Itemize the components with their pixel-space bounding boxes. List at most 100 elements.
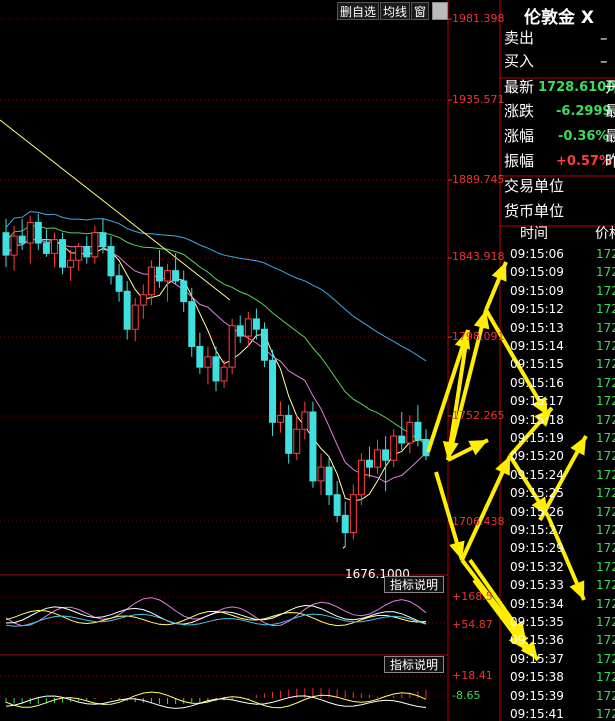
candle-body [269,359,277,423]
candle-body [196,345,204,368]
tick-time: 09:15:39 [510,688,564,703]
tick-time: 09:15:12 [510,302,564,317]
tick-price: 1728.3 [596,559,615,574]
price-label: 1706.438 [452,515,505,528]
tick-row: 09:15:24 1728.3 [510,468,615,482]
candle-body [139,294,147,306]
tick-row: 09:15:09 1728.5 [510,265,615,279]
indicator-panels [5,597,427,709]
candle-body [285,414,293,454]
candle-body [99,232,107,247]
candle-body [26,221,34,244]
candle-body [252,318,260,330]
indicator-help-button[interactable]: 指标说明 [384,576,444,593]
tick-price: 1728.3 [596,357,615,372]
candle-body [204,356,212,368]
tick-time: 09:15:32 [510,559,564,574]
tick-row: 09:15:35 1728.2 [510,615,615,629]
tick-price: 1728.5 [596,523,615,537]
candle-body [374,449,382,468]
pct-suffix: 最 [605,127,615,145]
candle-body [59,239,67,268]
candle-body [301,411,309,430]
tick-row: 09:15:39 1728.5 [510,689,615,703]
tick-time: 09:15:36 [510,633,564,648]
tick-time: 09:15:14 [510,339,564,353]
candle-body [172,270,180,282]
tick-price: 1727.7 [596,339,615,353]
change-label: 涨跌 [504,102,535,120]
ind2-lower-value: -8.65 [452,689,481,702]
pct-label: 涨幅 [504,127,535,145]
price-label: 1752.265 [452,409,505,422]
candle-body [67,259,75,268]
tick-time: 09:15:26 [510,504,564,519]
candle-body [277,414,285,423]
price-label: 1843.918 [452,250,505,263]
tick-row: 09:15:18 1728.2 [510,413,615,427]
sell-label: 卖出 [504,29,535,47]
candle-body [333,494,341,516]
price-label: 1935.571 [452,93,505,106]
candle-body [18,235,26,244]
tick-time: 09:15:25 [510,486,564,501]
tick-row: 09:15:15 1728.3 [510,357,615,371]
tick-price: 1728.5 [596,707,615,721]
candle-body [42,242,50,254]
candle-body [341,514,349,534]
moving-averages [0,119,427,502]
tick-price: 1728.5 [596,670,615,685]
price-label: 1798.091 [452,330,505,343]
tick-time: 09:15:27 [510,523,564,537]
tick-time: 09:15:34 [510,596,564,611]
price-label: 1981.398 [452,12,505,25]
buy-value: – [600,52,608,70]
tick-time: 09:15:20 [510,449,564,464]
tick-row: 09:15:32 1728.3 [510,560,615,574]
candle-body [414,421,422,441]
tick-price: 1728.5 [596,633,615,648]
tick-time: 09:15:41 [510,707,564,721]
tick-row: 09:15:33 1728.5 [510,578,615,592]
window-button[interactable]: 窗 [411,2,429,20]
candle-body [293,428,301,454]
tick-price: 1728.5 [596,302,615,317]
latest-value: 1728.6100 [538,80,615,95]
candle-body [34,221,42,244]
delete-watchlist-button[interactable]: 删自选 [337,2,379,20]
tick-time: 09:15:09 [510,283,564,298]
tick-time: 09:15:24 [510,467,564,482]
tick-price: 1728.6 [596,283,615,298]
candle-body [220,366,228,382]
tick-row: 09:15:26 1728.6 [510,505,615,519]
tick-row: 09:15:16 1728.2 [510,376,615,390]
col-price-header: 价格 [595,226,615,242]
candle-body [309,411,317,482]
tick-time: 09:15:35 [510,615,564,629]
latest-suffix: 开 [605,78,615,96]
candle-body [244,318,252,337]
ind2-line-a [5,691,427,709]
tick-row: 09:15:38 1728.5 [510,670,615,684]
ma-button[interactable]: 均线 [380,2,410,20]
tick-time: 09:15:16 [510,375,564,390]
amp-label: 振幅 [504,152,535,170]
ind2-upper-value: +18.41 [452,669,493,682]
ma40-line [5,211,427,362]
candle-body [228,325,236,368]
currency-label: 货币单位 [504,202,565,220]
window-toggle-icon[interactable] [432,2,448,20]
tick-price: 1728.4 [596,431,615,445]
candle-body [325,466,333,496]
change-value: -6.2999 [556,104,612,119]
candle-body [212,356,220,382]
indicator-help-button-2[interactable]: 指标说明 [384,656,444,673]
tick-time: 09:15:18 [510,412,564,427]
tick-price: 1728.5 [596,449,615,464]
pct-value: -0.36% [558,129,609,144]
tick-row: 09:15:29 1728.5 [510,541,615,555]
tick-time: 09:15:15 [510,357,564,372]
tick-row: 09:15:14 1727.7 [510,339,615,353]
price-label: 1889.745 [452,173,505,186]
candle-body [349,494,357,534]
